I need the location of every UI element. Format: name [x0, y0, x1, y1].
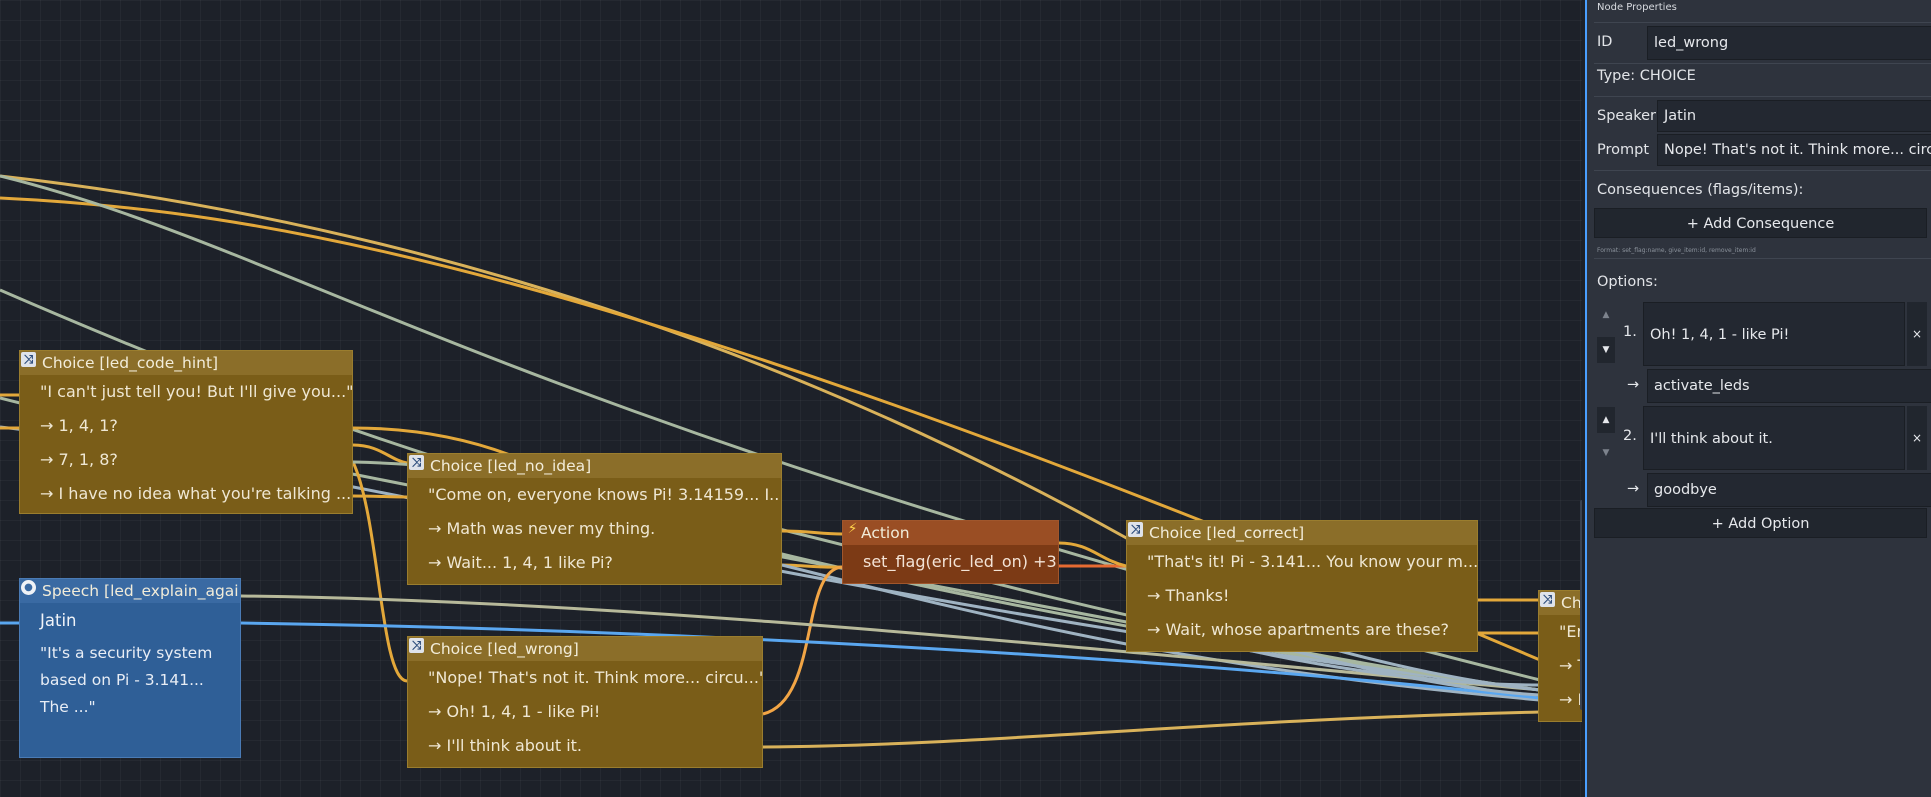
- node-header[interactable]: ● Speech [led_explain_again]: [20, 579, 240, 603]
- shuffle-icon: ⤨: [1540, 592, 1555, 607]
- speaker-label: Speaker: [1597, 108, 1656, 124]
- shuffle-icon: ⤨: [409, 638, 424, 653]
- option-target-field[interactable]: goodbye: [1647, 473, 1931, 507]
- id-field[interactable]: led_wrong: [1647, 26, 1931, 60]
- node-prompt: "I can't just tell you! But I'll give yo…: [40, 382, 352, 401]
- node-option: → Math was never my thing.: [428, 519, 656, 538]
- node-option: → Oh! 1, 4, 1 - like Pi!: [428, 702, 601, 721]
- node-option: → Wait, whose apartments are these?: [1147, 620, 1450, 639]
- node-title: Choice [led_wrong]: [430, 640, 579, 658]
- target-arrow: →: [1627, 481, 1640, 497]
- node-title: Speech [led_explain_again]: [42, 582, 240, 600]
- option-text-field[interactable]: I'll think about it.: [1643, 406, 1905, 470]
- node-header[interactable]: ⤨ Cho: [1539, 591, 1582, 615]
- node-option: → 7, 1, 8?: [40, 450, 118, 469]
- id-label: ID: [1597, 34, 1613, 50]
- node-prompt: "Come on, everyone knows Pi! 3.14159... …: [428, 485, 781, 504]
- node-title: Action: [861, 524, 910, 542]
- options-label: Options:: [1597, 274, 1658, 290]
- move-up-button[interactable]: ▲: [1597, 302, 1615, 328]
- node-header[interactable]: ⤨ Choice [led_correct]: [1127, 521, 1477, 545]
- choice-node-led-no-idea[interactable]: ⤨ Choice [led_no_idea] "Come on, everyon…: [407, 453, 782, 585]
- move-up-button[interactable]: ▲: [1597, 407, 1615, 433]
- choice-node-led-correct[interactable]: ⤨ Choice [led_correct] "That's it! Pi - …: [1126, 520, 1478, 652]
- node-prompt: "Nope! That's not it. Think more... circ…: [428, 668, 762, 687]
- format-hint: Format: set_flag:name, give_item:id, rem…: [1597, 247, 1756, 254]
- choice-node-partial[interactable]: ⤨ Cho "Er → T → N: [1538, 590, 1582, 722]
- prompt-field[interactable]: Nope! That's not it. Think more... circu…: [1657, 134, 1931, 166]
- wire: [352, 443, 408, 465]
- choice-node-led-wrong[interactable]: ⤨ Choice [led_wrong] "Nope! That's not i…: [407, 636, 763, 768]
- add-consequence-button[interactable]: + Add Consequence: [1594, 208, 1927, 238]
- action-node[interactable]: ⚡ Action set_flag(eric_led_on) +3: [842, 520, 1059, 584]
- node-option: → T: [1559, 656, 1582, 675]
- divider: [1594, 63, 1931, 64]
- choice-node-led-code-hint[interactable]: ⤨ Choice [led_code_hint] "I can't just t…: [19, 350, 353, 514]
- node-header[interactable]: ⤨ Choice [led_code_hint]: [20, 351, 352, 375]
- option-target-field[interactable]: activate_leds: [1647, 369, 1931, 403]
- shuffle-icon: ⤨: [21, 352, 36, 367]
- node-option: → Wait... 1, 4, 1 like Pi?: [428, 553, 613, 572]
- node-title: Cho: [1561, 594, 1582, 612]
- action-body: set_flag(eric_led_on) +3: [863, 552, 1057, 571]
- speech-line: The ...": [40, 698, 96, 716]
- shuffle-icon: ⤨: [1128, 522, 1143, 537]
- node-header[interactable]: ⤨ Choice [led_no_idea]: [408, 454, 781, 478]
- divider: [1594, 22, 1931, 23]
- wire: [352, 494, 408, 499]
- node-option: → I have no idea what you're talking ...: [40, 484, 352, 503]
- node-properties-panel: Node Properties ID led_wrong Type: CHOIC…: [1585, 0, 1931, 797]
- node-title: Choice [led_correct]: [1149, 524, 1305, 542]
- type-text: Type: CHOICE: [1597, 68, 1696, 84]
- node-title: Choice [led_no_idea]: [430, 457, 592, 475]
- shuffle-icon: ⤨: [409, 455, 424, 470]
- speech-line: based on Pi - 3.141...: [40, 671, 204, 689]
- wire: [1058, 541, 1127, 568]
- node-prompt: "Er: [1559, 622, 1582, 641]
- divider: [1594, 96, 1931, 97]
- speech-bubble-icon: ●: [21, 580, 36, 595]
- consequences-label: Consequences (flags/items):: [1597, 182, 1804, 198]
- node-header[interactable]: ⚡ Action: [843, 521, 1058, 545]
- wire: [781, 529, 843, 536]
- lightning-icon: ⚡: [847, 521, 858, 537]
- node-prompt: "That's it! Pi - 3.141... You know your …: [1147, 552, 1477, 571]
- node-title: Choice [led_code_hint]: [42, 354, 219, 372]
- graph-canvas[interactable]: ⤨ Choice [led_code_hint] "I can't just t…: [0, 0, 1582, 797]
- option-number: 2.: [1623, 428, 1637, 444]
- divider: [1594, 170, 1931, 171]
- target-arrow: →: [1627, 377, 1640, 393]
- speech-node-led-explain-again[interactable]: ● Speech [led_explain_again] Jatin "It's…: [19, 578, 241, 758]
- remove-option-button[interactable]: ×: [1907, 406, 1927, 470]
- node-option: → 1, 4, 1?: [40, 416, 118, 435]
- option-number: 1.: [1623, 324, 1637, 340]
- option-text-field[interactable]: Oh! 1, 4, 1 - like Pi!: [1643, 302, 1905, 366]
- speech-line: "It's a security system: [40, 644, 213, 662]
- node-header[interactable]: ⤨ Choice [led_wrong]: [408, 637, 762, 661]
- speech-speaker: Jatin: [40, 611, 77, 630]
- add-option-button[interactable]: + Add Option: [1594, 508, 1927, 538]
- prompt-label: Prompt: [1597, 142, 1650, 158]
- node-option: → Thanks!: [1147, 586, 1230, 605]
- node-option: → N: [1559, 690, 1582, 709]
- wire: [762, 710, 1541, 749]
- canvas-scrollbar[interactable]: [1580, 500, 1582, 710]
- panel-title: Node Properties: [1597, 2, 1677, 13]
- move-down-button[interactable]: ▼: [1597, 440, 1615, 466]
- move-down-button[interactable]: ▼: [1597, 337, 1615, 363]
- divider: [1594, 258, 1931, 259]
- node-option: → I'll think about it.: [428, 736, 582, 755]
- remove-option-button[interactable]: ×: [1907, 302, 1927, 366]
- speaker-field[interactable]: Jatin: [1657, 100, 1931, 132]
